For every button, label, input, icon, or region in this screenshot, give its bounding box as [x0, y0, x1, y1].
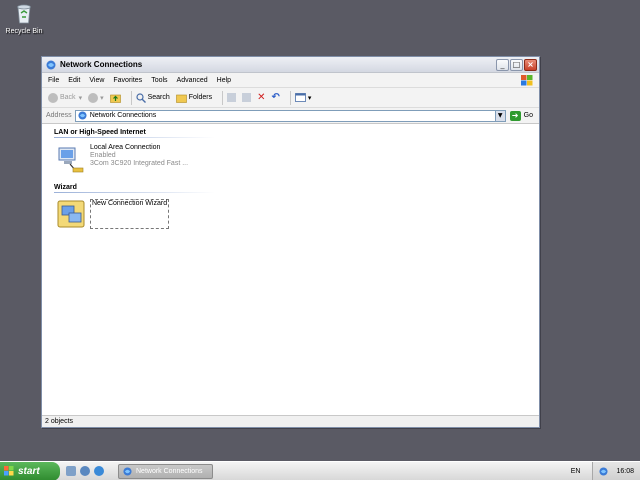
back-arrow-icon	[48, 92, 58, 103]
recycle-bin-desktop-icon[interactable]: Recycle Bin	[4, 2, 44, 35]
address-value: Network Connections	[89, 112, 157, 119]
search-button[interactable]: Search	[135, 92, 170, 103]
show-desktop-icon[interactable]	[66, 466, 76, 476]
folders-button[interactable]: Folders	[175, 93, 213, 103]
views-dropdown-icon: ▾	[307, 94, 312, 102]
internet-explorer-icon[interactable]	[94, 466, 104, 476]
copy-to-icon[interactable]	[242, 93, 252, 102]
maximize-button[interactable]: □	[510, 58, 523, 71]
back-label: Back	[60, 94, 76, 101]
views-icon	[295, 93, 306, 102]
network-tray-icon[interactable]	[599, 466, 609, 476]
search-icon	[135, 92, 146, 103]
back-button[interactable]: Back ▾	[48, 92, 83, 103]
menu-tools[interactable]: Tools	[151, 77, 167, 84]
menu-view[interactable]: View	[89, 77, 104, 84]
network-connections-icon	[78, 111, 87, 120]
start-button[interactable]: start	[0, 461, 60, 480]
group-header-wizard: Wizard	[54, 184, 214, 193]
media-player-icon[interactable]	[80, 466, 90, 476]
window-title: Network Connections	[60, 60, 143, 69]
forward-dropdown-icon: ▾	[100, 94, 104, 102]
status-bar: 2 objects	[42, 415, 539, 427]
title-bar[interactable]: Network Connections _ □ ×	[42, 57, 539, 73]
views-button[interactable]: ▾	[295, 93, 312, 102]
menu-edit[interactable]: Edit	[68, 77, 80, 84]
recycle-bin-label: Recycle Bin	[5, 28, 43, 35]
go-button[interactable]: ➜ Go	[509, 110, 533, 121]
wizard-icon	[57, 200, 85, 228]
toolbar-separator	[222, 90, 224, 105]
menu-file[interactable]: File	[48, 77, 59, 84]
network-connections-window: Network Connections _ □ × File Edit View…	[41, 56, 540, 428]
folders-label: Folders	[188, 94, 213, 101]
taskbar: start Network Connections EN 16:08	[0, 461, 640, 480]
address-dropdown-button[interactable]: ▼	[494, 110, 505, 121]
new-connection-wizard-item[interactable]: New Connection Wizard	[56, 199, 539, 229]
wizard-label: New Connection Wizard	[90, 199, 170, 229]
menu-help[interactable]: Help	[217, 77, 231, 84]
move-to-icon[interactable]	[227, 93, 237, 102]
go-arrow-icon: ➜	[509, 110, 521, 121]
undo-icon: ↶	[271, 92, 280, 103]
up-folder-icon	[109, 94, 121, 103]
back-dropdown-icon: ▾	[78, 94, 83, 102]
connection-name: Local Area Connection	[90, 144, 161, 151]
file-view: LAN or High-Speed Internet Local Area Co…	[42, 125, 539, 415]
language-indicator[interactable]: EN	[571, 468, 581, 475]
folders-icon	[175, 94, 187, 103]
system-tray: EN 16:08	[571, 461, 640, 480]
search-label: Search	[147, 94, 170, 101]
network-connections-icon	[46, 60, 56, 69]
forward-button[interactable]: ▾	[88, 92, 104, 103]
address-bar: Address Network Connections ▼ ➜ Go	[42, 108, 539, 124]
local-area-connection-item[interactable]: Local Area Connection Enabled 3Com 3C920…	[56, 144, 539, 174]
up-folder-button[interactable]	[109, 93, 121, 103]
menu-advanced[interactable]: Advanced	[177, 77, 208, 84]
group-header-lan: LAN or High-Speed Internet	[54, 129, 214, 138]
delete-button[interactable]: ✕	[257, 92, 265, 103]
recycle-bin-icon	[17, 4, 31, 24]
go-label: Go	[523, 112, 533, 119]
toolbar: Back ▾ ▾ Search Folders ✕ ↶ ▾	[42, 88, 539, 108]
quick-launch	[66, 466, 104, 476]
network-connection-icon	[58, 147, 84, 173]
minimize-button[interactable]: _	[496, 58, 509, 71]
windows-flag-icon	[4, 466, 14, 476]
menu-favorites[interactable]: Favorites	[113, 77, 142, 84]
connection-device: 3Com 3C920 Integrated Fast ...	[90, 160, 189, 167]
clock[interactable]: 16:08	[616, 468, 634, 475]
taskbar-network-connections[interactable]: Network Connections	[118, 463, 213, 479]
connection-status: Enabled	[90, 152, 116, 159]
notification-area: 16:08	[592, 461, 640, 480]
delete-icon: ✕	[257, 92, 266, 103]
undo-button[interactable]: ↶	[272, 92, 280, 103]
toolbar-separator	[289, 90, 291, 105]
network-connections-icon	[123, 466, 132, 476]
menu-bar: File Edit View Favorites Tools Advanced …	[42, 73, 539, 88]
address-label: Address	[46, 112, 72, 119]
forward-arrow-icon	[88, 92, 99, 103]
toolbar-separator	[130, 90, 132, 105]
close-button[interactable]: ×	[524, 58, 537, 71]
start-label: start	[18, 465, 40, 477]
task-label: Network Connections	[136, 467, 203, 475]
windows-logo-icon	[521, 75, 533, 86]
address-field[interactable]: Network Connections ▼	[74, 109, 506, 122]
